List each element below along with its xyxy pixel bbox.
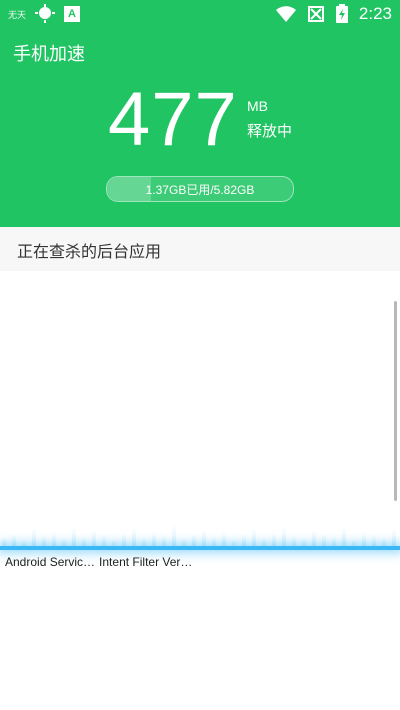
scan-wave-bar bbox=[2, 538, 6, 546]
scan-wave-bar bbox=[72, 526, 76, 546]
scanned-app-name-intent-filter: Intent Filter Ver… bbox=[99, 555, 193, 569]
scan-wave-bar bbox=[222, 532, 226, 546]
scan-wave-bar bbox=[32, 528, 36, 546]
scan-wave-bar bbox=[342, 527, 346, 546]
scan-wave-bar bbox=[122, 533, 126, 546]
status-time: 2:23 bbox=[358, 4, 392, 23]
release-status: 释放中 bbox=[247, 122, 293, 140]
status-right: 2:23 bbox=[275, 2, 392, 26]
scan-wave-bar bbox=[172, 524, 176, 546]
status-left: 无天 A bbox=[8, 4, 81, 24]
scan-wave-bar bbox=[392, 529, 396, 546]
app-badge-icon: A bbox=[64, 6, 81, 22]
background-apps-section: 正在查杀的后台应用 bbox=[0, 227, 400, 271]
scan-wave-bar bbox=[162, 536, 166, 546]
scan-wave-bar bbox=[12, 534, 16, 546]
scan-wave-bar bbox=[372, 535, 376, 546]
scan-wave-bar bbox=[322, 534, 326, 546]
section-title: 正在查杀的后台应用 bbox=[17, 242, 162, 261]
scan-wave-bar bbox=[272, 533, 276, 546]
scan-wave-bar bbox=[312, 530, 316, 546]
carrier-label: 无天 bbox=[8, 9, 27, 20]
page-title: 手机加速 bbox=[13, 44, 85, 65]
released-unit: MB bbox=[247, 98, 268, 114]
scan-wave-bar bbox=[282, 526, 286, 546]
scan-wave-bar bbox=[202, 529, 206, 546]
scanned-app-list: Android Servic… Intent Filter Ver… bbox=[5, 555, 192, 569]
scan-wave-bar bbox=[82, 537, 86, 546]
status-bar: 无天 A 2:23 bbox=[0, 0, 400, 28]
released-amount: 477 bbox=[108, 77, 238, 162]
scan-content[interactable]: Android Servic… Intent Filter Ver… bbox=[0, 271, 400, 710]
scan-wave-bar bbox=[92, 530, 96, 546]
weather-sun-icon bbox=[35, 4, 56, 23]
scan-wave-bar bbox=[262, 538, 266, 546]
scan-wave-bar bbox=[252, 528, 256, 546]
scan-wave-bar bbox=[152, 531, 156, 546]
scan-wave-bar bbox=[332, 537, 336, 546]
scan-wave-bar bbox=[192, 534, 196, 546]
scan-line bbox=[0, 546, 400, 550]
scan-wave-bar bbox=[382, 538, 386, 546]
memory-usage-pill: 1.37GB已用/5.82GB bbox=[106, 176, 294, 202]
scan-wave-bar bbox=[142, 538, 146, 546]
scan-wave-bar bbox=[52, 532, 56, 546]
scan-wave-bar bbox=[62, 539, 66, 546]
scan-wave-bar bbox=[102, 535, 106, 546]
wifi-icon bbox=[275, 6, 296, 22]
scan-wave bbox=[0, 518, 400, 546]
scan-wave-bar bbox=[182, 539, 186, 546]
scan-wave-bar bbox=[132, 527, 136, 546]
memory-usage-text: 1.37GB已用/5.82GB bbox=[145, 182, 255, 197]
no-sim-icon bbox=[307, 6, 324, 22]
scan-wave-bar bbox=[302, 539, 306, 546]
scan-wave-bar bbox=[212, 537, 216, 546]
scan-wave-bar bbox=[362, 532, 366, 546]
vertical-scrollbar[interactable] bbox=[394, 301, 397, 501]
speedup-header: 手机加速 477 MB 释放中 1.37GB已用/5.82GB bbox=[0, 28, 400, 227]
scan-wave-bar bbox=[292, 536, 296, 546]
scanned-app-name-android-services: Android Servic… bbox=[5, 555, 96, 569]
battery-charging-icon bbox=[335, 4, 348, 23]
scan-wave-bar bbox=[42, 536, 46, 546]
scan-wave-bar bbox=[242, 535, 246, 546]
